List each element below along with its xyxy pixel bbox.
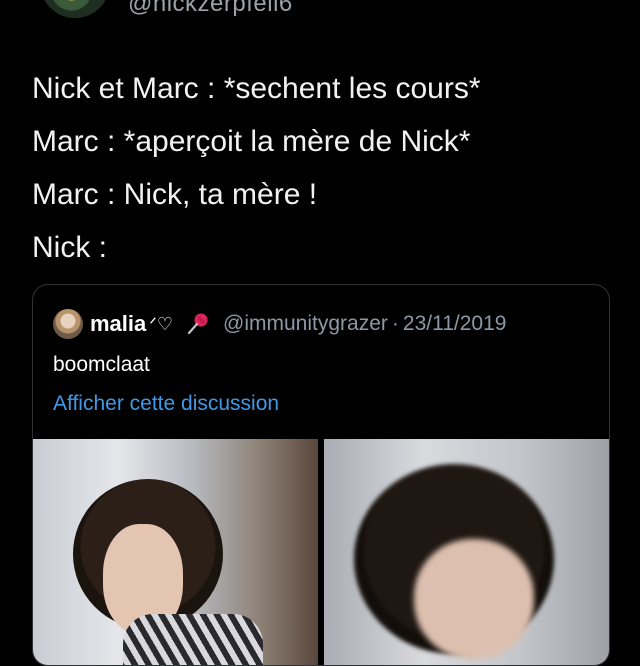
show-thread-link[interactable]: Afficher cette discussion — [53, 392, 279, 416]
pushpin-icon — [185, 311, 211, 337]
quoted-date[interactable]: 23/11/2019 — [403, 312, 507, 336]
tweet-line: Nick et Marc : *sechent les cours* — [32, 72, 481, 105]
quoted-tweet-header: malia ᐟ♡ @immunitygrazer · 23/11/2019 — [53, 309, 506, 339]
quoted-text: boomclaat — [53, 353, 150, 376]
photo-figure-face — [414, 539, 534, 659]
quoted-handle[interactable]: @immunitygrazer — [223, 312, 388, 336]
media-photo[interactable] — [33, 439, 318, 665]
quoted-display-name[interactable]: malia — [90, 311, 146, 337]
previous-tweet-strip: @nickzerpfeil6 — [0, 0, 640, 22]
tweet-line: Marc : *aperçoit la mère de Nick* — [32, 125, 471, 158]
quoted-avatar-icon[interactable] — [53, 309, 83, 339]
media-photo[interactable] — [324, 439, 609, 665]
profile-avatar-icon[interactable] — [40, 0, 110, 18]
tweet-line: Marc : Nick, ta mère ! — [32, 178, 318, 211]
tweet-line: Nick : — [32, 231, 107, 264]
author-handle[interactable]: @nickzerpfeil6 — [128, 0, 293, 18]
name-suffix: ᐟ♡ — [149, 313, 174, 334]
quoted-tweet-card[interactable]: malia ᐟ♡ @immunitygrazer · 23/11/2019 bo… — [32, 284, 610, 666]
tweet-text: Nick et Marc : *sechent les cours* Marc … — [32, 62, 622, 274]
quoted-media[interactable] — [33, 439, 609, 665]
separator-dot: · — [391, 312, 399, 335]
